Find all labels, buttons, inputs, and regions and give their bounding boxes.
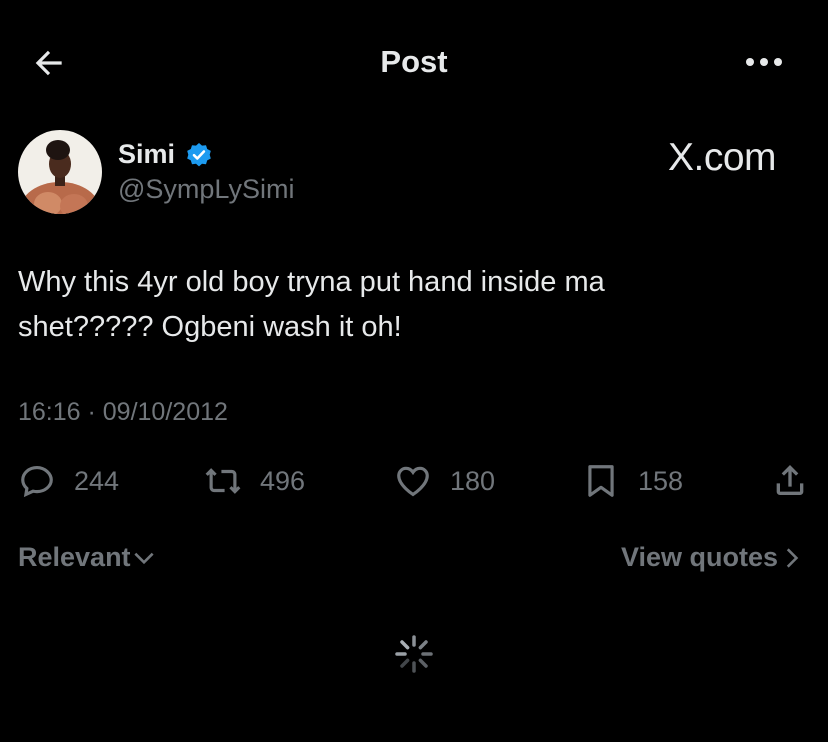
- sort-label: Relevant: [18, 542, 131, 572]
- share-icon[interactable]: [770, 460, 810, 500]
- reply-button[interactable]: 244: [18, 460, 119, 502]
- like-button[interactable]: 180: [394, 460, 495, 502]
- view-quotes-label: View quotes: [620, 542, 778, 572]
- loading-spinner-icon: [394, 634, 434, 674]
- author-display-name[interactable]: Simi: [118, 139, 175, 170]
- tweet-text: Why this 4yr old boy tryna put hand insi…: [18, 260, 718, 350]
- repost-icon: [205, 468, 241, 494]
- tweet-text-line-1: Why this 4yr old boy tryna put hand insi…: [18, 266, 605, 298]
- post-timestamp[interactable]: 16:16 · 09/10/2012: [18, 398, 228, 427]
- tweet-text-line-2: shet????? Ogbeni wash it oh!: [18, 311, 402, 343]
- more-dots-icon[interactable]: [744, 52, 784, 72]
- reply-icon: [21, 465, 53, 498]
- view-quotes-link[interactable]: View quotes: [621, 542, 804, 573]
- like-count: 180: [450, 465, 496, 496]
- bookmark-count: 158: [638, 465, 684, 496]
- page-title: Post: [380, 44, 448, 79]
- repost-button[interactable]: 496: [204, 460, 305, 502]
- avatar[interactable]: [18, 130, 102, 214]
- repost-count: 496: [260, 465, 306, 496]
- heart-icon: [397, 466, 429, 497]
- reply-count: 244: [74, 465, 120, 496]
- bookmark-icon: [588, 465, 614, 497]
- verified-badge-icon: [186, 142, 212, 168]
- bookmark-button[interactable]: 158: [582, 460, 683, 502]
- watermark: X.com: [668, 136, 777, 179]
- author-handle[interactable]: @SympLySimi: [118, 174, 294, 205]
- sort-dropdown[interactable]: Relevant: [18, 542, 157, 573]
- chevron-down-icon: [133, 552, 154, 564]
- chevron-right-icon: [786, 547, 799, 568]
